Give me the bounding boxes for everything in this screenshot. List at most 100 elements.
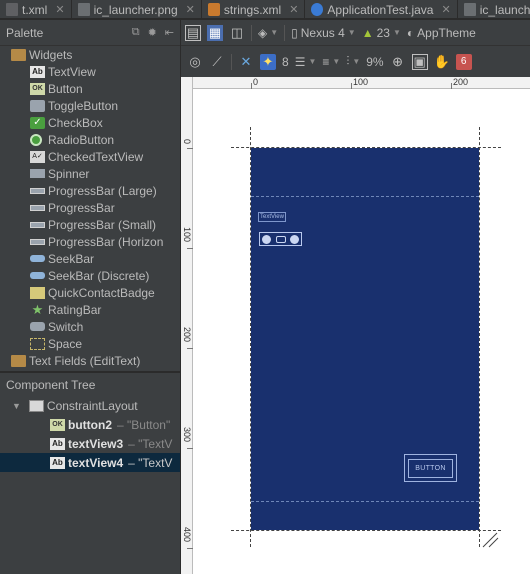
resize-handle[interactable] <box>290 234 299 244</box>
gear-icon[interactable]: ✹ <box>148 26 157 39</box>
tab-xml[interactable]: t.xml ✕ <box>0 0 72 18</box>
pan-hand-icon[interactable]: ✋ <box>434 54 450 70</box>
close-icon[interactable]: ✕ <box>186 3 195 16</box>
palette-item-ratingbar[interactable]: ★ RatingBar <box>0 301 180 318</box>
pack-dropdown[interactable]: ☰ ▼ <box>295 55 317 69</box>
item-label: RadioButton <box>48 132 115 147</box>
blueprint-view-icon[interactable]: ▦ <box>207 24 223 41</box>
progress-bar-icon <box>30 221 45 228</box>
theme-icon: ◐ <box>406 25 415 40</box>
close-icon[interactable]: ✕ <box>441 3 450 16</box>
device-screen[interactable]: TextView BUTTON <box>251 148 479 530</box>
resize-corner-icon[interactable] <box>481 532 499 548</box>
phone-icon: ▯ <box>291 25 298 40</box>
xml-file-icon <box>6 3 18 16</box>
palette-item-switch[interactable]: Switch <box>0 318 180 335</box>
palette-item-quickcontactbadge[interactable]: QuickContactBadge <box>0 284 180 301</box>
zoom-in-icon[interactable]: ⊕ <box>390 54 406 70</box>
layout-icon <box>28 399 44 412</box>
android-icon: ▲ <box>361 25 374 40</box>
tab-label: ic_launcher.png <box>93 2 178 17</box>
tab-strings[interactable]: strings.xml ✕ <box>202 0 306 18</box>
palette-tools: ⧉ ✹ ⇤ <box>132 26 180 39</box>
palette-item-seekbar[interactable]: SeekBar <box>0 250 180 267</box>
spinner-icon <box>30 169 45 178</box>
palette-group-text-fields[interactable]: Text Fields (EditText) <box>0 352 180 369</box>
tree-item-label: ConstraintLayout <box>46 398 138 413</box>
restore-icon[interactable]: ⧉ <box>132 26 140 39</box>
checked-textview-icon: A✓ <box>30 150 45 163</box>
chevron-down-icon: ▼ <box>392 28 401 37</box>
device-dropdown[interactable]: ▯ Nexus 4 ▼ <box>291 26 356 40</box>
chevron-down-icon: ▼ <box>347 28 356 37</box>
theme-dropdown[interactable]: ◐ AppTheme <box>407 26 476 40</box>
palette-item-togglebutton[interactable]: ToggleButton <box>0 97 180 114</box>
palette-item-space[interactable]: Space <box>0 335 180 352</box>
bounds-guide-bottom <box>231 530 501 531</box>
item-label: ToggleButton <box>48 98 119 113</box>
orientation-dropdown[interactable]: ◈ ▼ <box>258 26 278 40</box>
warnings-badge[interactable]: 6 <box>455 53 472 70</box>
tab-ic-launcher[interactable]: ic_launcher.png ✕ <box>72 0 202 18</box>
item-label: SeekBar (Discrete) <box>48 268 150 283</box>
guideline[interactable] <box>251 196 479 197</box>
tab-label: ApplicationTest.java <box>327 2 434 17</box>
zoom-to-fit-icon[interactable]: ▣ <box>411 53 428 70</box>
split-view-icon[interactable]: ◫ <box>229 25 245 41</box>
default-margin-value[interactable]: 8 <box>282 55 289 69</box>
palette-panel: Palette ⧉ ✹ ⇤ Widgets Ab TextView OK But… <box>0 20 181 371</box>
layout-toolbar: ▤ ▦ ◫ ◈ ▼ ▯ Nexus 4 ▼ ▲ 23 ▼ ◐ AppTheme <box>181 20 530 46</box>
ruler-tick <box>251 83 252 89</box>
palette-item-seekbar-discrete[interactable]: SeekBar (Discrete) <box>0 267 180 284</box>
selected-textview-handles[interactable] <box>259 232 302 246</box>
chevron-down-icon: ▼ <box>308 57 317 66</box>
button-preview[interactable]: BUTTON <box>404 454 457 482</box>
palette-item-progressbar[interactable]: ProgressBar <box>0 199 180 216</box>
clear-constraints-icon[interactable]: ✕ <box>238 54 254 70</box>
textview-icon: Ab <box>30 65 45 78</box>
design-view-icon[interactable]: ▤ <box>185 24 201 41</box>
palette-item-progressbar-small[interactable]: ProgressBar (Small) <box>0 216 180 233</box>
show-constraints-icon[interactable]: ◎ <box>187 54 203 70</box>
palette-item-progressbar-horizontal[interactable]: ProgressBar (Horizon <box>0 233 180 250</box>
tree-item-textview4[interactable]: Ab textView4 – "TextV <box>0 453 180 472</box>
textview-icon: Ab <box>50 437 65 450</box>
zoom-level: 9% <box>366 54 384 69</box>
palette-item-spinner[interactable]: Spinner <box>0 165 180 182</box>
tab-label: t.xml <box>22 2 48 17</box>
tab-application-test[interactable]: ApplicationTest.java ✕ <box>305 0 458 18</box>
tree-item-button2[interactable]: OK button2 – "Button" <box>0 415 180 434</box>
tree-item-textview3[interactable]: Ab textView3 – "TextV <box>0 434 180 453</box>
close-icon[interactable]: ✕ <box>55 3 64 16</box>
switch-icon <box>30 322 45 331</box>
api-level-dropdown[interactable]: ▲ 23 ▼ <box>362 26 401 40</box>
align-dropdown[interactable]: ≡ ▼ <box>322 55 340 69</box>
tree-item-hint: – "Button" <box>117 417 171 432</box>
guidelines-dropdown[interactable]: ⫶ ▼ <box>346 54 360 69</box>
chevron-down-icon: ▼ <box>332 57 341 66</box>
autoconnect-icon[interactable]: ⟋ <box>209 54 225 70</box>
png-file-icon <box>463 3 476 16</box>
palette-item-checkedtextview[interactable]: A✓ CheckedTextView <box>0 148 180 165</box>
item-label: Spinner <box>48 166 90 181</box>
guideline[interactable] <box>251 501 479 502</box>
palette-header: Palette ⧉ ✹ ⇤ <box>0 20 180 46</box>
ruler-label: 100 <box>353 77 369 87</box>
close-icon[interactable]: ✕ <box>289 3 298 16</box>
progress-bar-icon <box>30 187 45 194</box>
palette-item-progressbar-large[interactable]: ProgressBar (Large) <box>0 182 180 199</box>
textview-preview[interactable]: TextView <box>258 212 286 222</box>
palette-group-widgets[interactable]: Widgets <box>0 46 180 63</box>
palette-item-radiobutton[interactable]: RadioButton <box>0 131 180 148</box>
palette-item-textview[interactable]: Ab TextView <box>0 63 180 80</box>
resize-handle[interactable] <box>262 234 271 244</box>
tab-ic-launch[interactable]: ic_launch <box>458 0 530 18</box>
baseline-handle[interactable] <box>275 235 286 243</box>
infer-constraints-icon[interactable]: ✦ <box>260 53 276 70</box>
expand-arrow-icon[interactable]: ▼ <box>12 401 21 411</box>
tree-item-constraintlayout[interactable]: ▼ ConstraintLayout <box>0 396 180 415</box>
layout-canvas[interactable]: 0 100 200 0 100 200 300 400 TextView BUT… <box>181 77 530 574</box>
palette-item-button[interactable]: OK Button <box>0 80 180 97</box>
hide-panel-icon[interactable]: ⇤ <box>165 26 174 39</box>
palette-item-checkbox[interactable]: ✓ CheckBox <box>0 114 180 131</box>
